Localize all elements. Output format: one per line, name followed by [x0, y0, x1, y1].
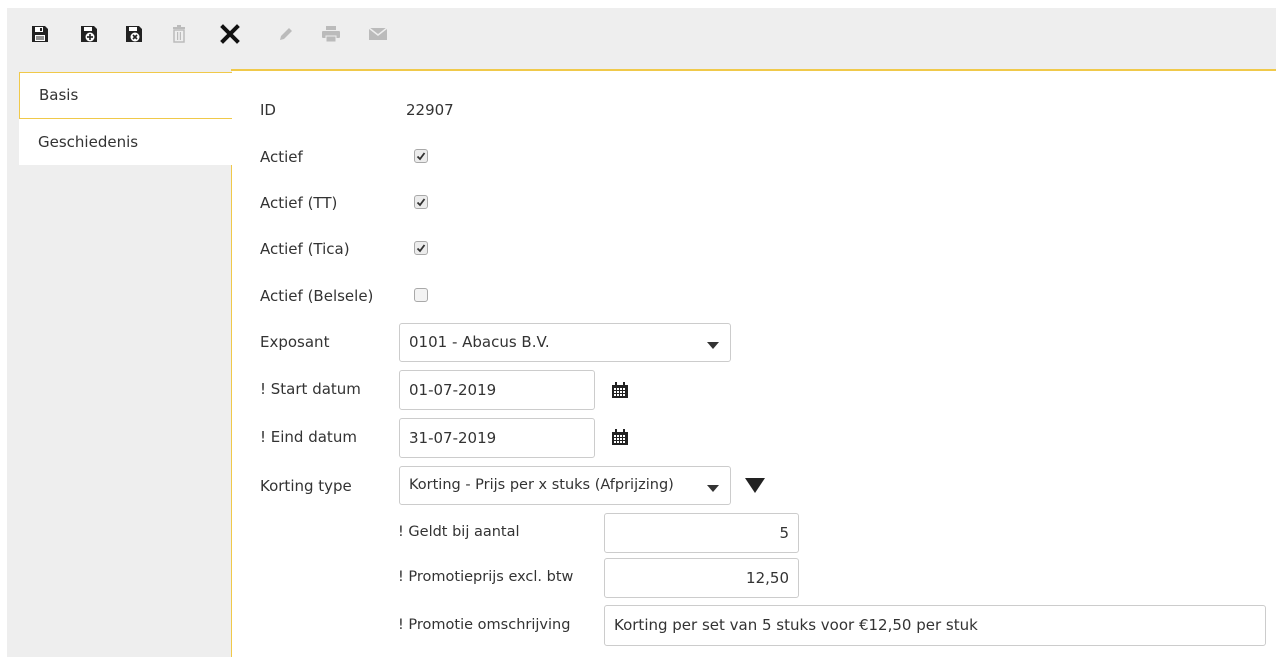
- start-datum-value: 01-07-2019: [409, 381, 497, 399]
- tab-basis[interactable]: Basis: [19, 72, 232, 119]
- save-icon: [32, 26, 48, 42]
- window-edge: [0, 0, 7, 657]
- checkmark-icon: [416, 244, 426, 253]
- promotieprijs-value: 12,50: [746, 569, 789, 587]
- tab-geschiedenis[interactable]: Geschiedenis: [19, 119, 232, 165]
- promotie-omschrijving-input[interactable]: Korting per set van 5 stuks voor €12,50 …: [604, 605, 1266, 646]
- exposant-select[interactable]: 0101 - Abacus B.V.: [399, 323, 731, 362]
- promotieprijs-input[interactable]: 12,50: [604, 558, 799, 598]
- chevron-down-icon: [707, 342, 719, 349]
- chevron-down-icon: [707, 485, 719, 492]
- actief-belsele-label: Actief (Belsele): [260, 287, 374, 305]
- korting-type-select[interactable]: Korting - Prijs per x stuks (Afprijzing): [399, 466, 731, 505]
- eind-datum-label: ! Eind datum: [260, 428, 357, 446]
- actief-tt-checkbox[interactable]: [414, 195, 428, 209]
- eind-datum-value: 31-07-2019: [409, 429, 497, 447]
- start-datum-input[interactable]: 01-07-2019: [399, 370, 595, 410]
- save-and-close-button[interactable]: [120, 20, 148, 48]
- actief-checkbox[interactable]: [414, 149, 428, 163]
- print-icon: [322, 26, 340, 43]
- delete-button[interactable]: [165, 20, 193, 48]
- calendar-icon[interactable]: [611, 382, 629, 399]
- actief-tt-label: Actief (TT): [260, 194, 338, 212]
- eind-datum-input[interactable]: 31-07-2019: [399, 418, 595, 458]
- tab-label: Geschiedenis: [38, 133, 139, 151]
- promotieprijs-label: ! Promotieprijs excl. btw: [398, 569, 574, 585]
- id-value: 22907: [406, 101, 454, 119]
- geldt-bij-aantal-label: ! Geldt bij aantal: [398, 524, 520, 540]
- save-and-close-icon: [126, 26, 142, 42]
- mail-button[interactable]: [364, 20, 392, 48]
- actief-tica-label: Actief (Tica): [260, 240, 350, 258]
- content-divider: [231, 119, 232, 657]
- save-and-new-button[interactable]: [75, 20, 103, 48]
- edit-button[interactable]: [272, 20, 300, 48]
- geldt-bij-aantal-value: 5: [779, 524, 789, 542]
- save-and-new-icon: [81, 26, 97, 42]
- korting-type-label: Korting type: [260, 477, 352, 495]
- close-button[interactable]: [216, 20, 244, 48]
- mail-icon: [368, 27, 388, 40]
- actief-tica-checkbox[interactable]: [414, 241, 428, 255]
- toolbar: [7, 8, 1276, 71]
- calendar-icon[interactable]: [611, 429, 629, 446]
- close-icon: [220, 24, 240, 44]
- expand-triangle-icon[interactable]: [745, 478, 765, 493]
- checkmark-icon: [416, 152, 426, 161]
- edit-icon: [280, 28, 292, 40]
- id-label: ID: [260, 101, 276, 119]
- exposant-value: 0101 - Abacus B.V.: [409, 333, 550, 351]
- checkmark-icon: [416, 198, 426, 207]
- korting-type-value: Korting - Prijs per x stuks (Afprijzing): [409, 477, 674, 493]
- exposant-label: Exposant: [260, 333, 330, 351]
- delete-icon: [173, 25, 185, 43]
- print-button[interactable]: [317, 20, 345, 48]
- actief-belsele-checkbox[interactable]: [414, 288, 428, 302]
- actief-label: Actief: [260, 148, 303, 166]
- promotie-omschrijving-label: ! Promotie omschrijving: [398, 617, 571, 633]
- geldt-bij-aantal-input[interactable]: 5: [604, 513, 799, 553]
- content-divider: [231, 69, 1276, 71]
- save-button[interactable]: [26, 20, 54, 48]
- tab-label: Basis: [39, 86, 79, 104]
- start-datum-label: ! Start datum: [260, 380, 361, 398]
- app-window: Basis Geschiedenis ID 22907 Actief Actie…: [0, 0, 1276, 657]
- promotie-omschrijving-value: Korting per set van 5 stuks voor €12,50 …: [614, 616, 978, 634]
